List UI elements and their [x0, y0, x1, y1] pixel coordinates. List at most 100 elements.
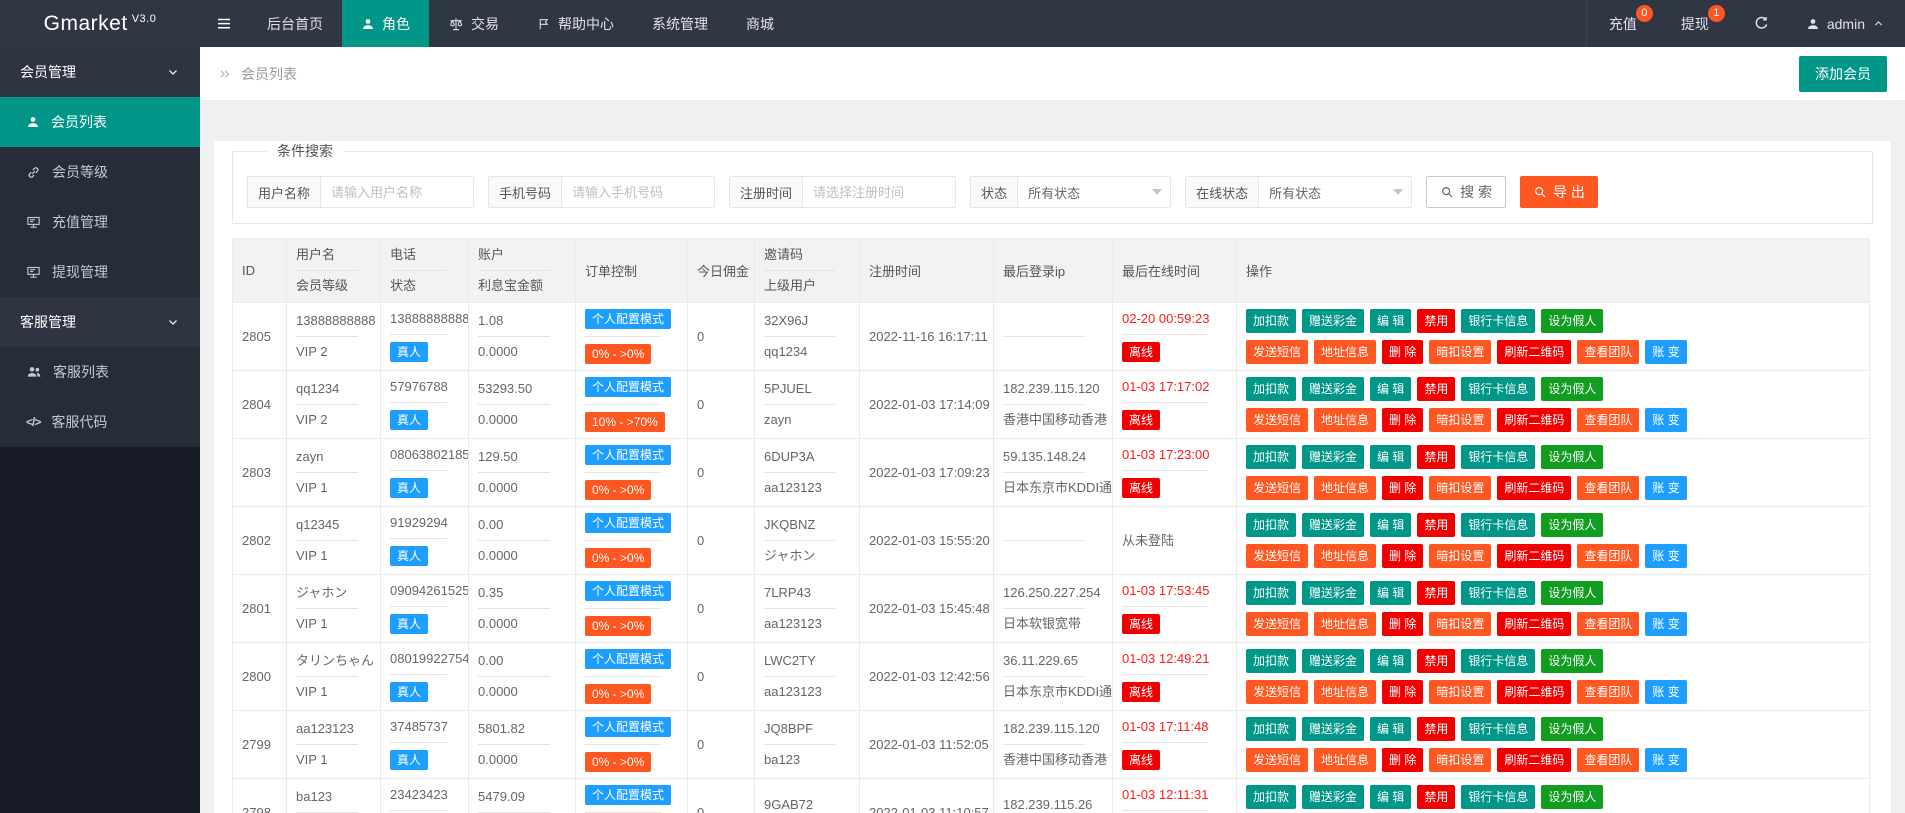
op-button-删除[interactable]: 删 除 — [1382, 612, 1424, 636]
op-button-银行卡信息[interactable]: 银行卡信息 — [1461, 785, 1536, 809]
op-button-账变[interactable]: 账 变 — [1645, 748, 1687, 772]
op-button-账变[interactable]: 账 变 — [1645, 612, 1687, 636]
recharge-nav-item[interactable]: 充值 0 — [1587, 0, 1659, 47]
op-button-赠送彩金[interactable]: 赠送彩金 — [1302, 377, 1365, 401]
op-button-禁用[interactable]: 禁用 — [1417, 785, 1456, 809]
op-button-地址信息[interactable]: 地址信息 — [1314, 340, 1377, 364]
op-button-银行卡信息[interactable]: 银行卡信息 — [1461, 513, 1536, 537]
op-button-查看团队[interactable]: 查看团队 — [1577, 680, 1640, 704]
op-button-发送短信[interactable]: 发送短信 — [1246, 476, 1309, 500]
op-button-删除[interactable]: 删 除 — [1382, 340, 1424, 364]
op-button-加扣款[interactable]: 加扣款 — [1246, 581, 1297, 605]
op-button-加扣款[interactable]: 加扣款 — [1246, 513, 1297, 537]
op-button-禁用[interactable]: 禁用 — [1417, 581, 1456, 605]
op-button-账变[interactable]: 账 变 — [1645, 476, 1687, 500]
op-button-赠送彩金[interactable]: 赠送彩金 — [1302, 513, 1365, 537]
filter-input-3[interactable] — [803, 177, 956, 207]
op-button-编辑[interactable]: 编 辑 — [1370, 649, 1412, 673]
op-button-赠送彩金[interactable]: 赠送彩金 — [1302, 649, 1365, 673]
op-button-银行卡信息[interactable]: 银行卡信息 — [1461, 581, 1536, 605]
op-button-发送短信[interactable]: 发送短信 — [1246, 612, 1309, 636]
op-button-设为假人[interactable]: 设为假人 — [1541, 649, 1604, 673]
op-button-刷新二维码[interactable]: 刷新二维码 — [1497, 476, 1572, 500]
op-button-查看团队[interactable]: 查看团队 — [1577, 476, 1640, 500]
nav-item-4[interactable]: 帮助中心 — [518, 0, 633, 47]
filter-input-2[interactable] — [562, 177, 715, 207]
withdraw-nav-item[interactable]: 提现 1 — [1659, 0, 1731, 47]
op-button-加扣款[interactable]: 加扣款 — [1246, 649, 1297, 673]
sidebar-item-1-1[interactable]: 会员列表 — [0, 97, 200, 147]
op-button-设为假人[interactable]: 设为假人 — [1541, 445, 1604, 469]
op-button-银行卡信息[interactable]: 银行卡信息 — [1461, 717, 1536, 741]
op-button-刷新二维码[interactable]: 刷新二维码 — [1497, 340, 1572, 364]
op-button-赠送彩金[interactable]: 赠送彩金 — [1302, 717, 1365, 741]
export-button[interactable]: 导 出 — [1519, 176, 1598, 208]
op-button-禁用[interactable]: 禁用 — [1417, 513, 1456, 537]
op-button-编辑[interactable]: 编 辑 — [1370, 785, 1412, 809]
op-button-账变[interactable]: 账 变 — [1645, 340, 1687, 364]
op-button-禁用[interactable]: 禁用 — [1417, 309, 1456, 333]
add-member-button[interactable]: 添加会员 — [1799, 55, 1887, 92]
op-button-禁用[interactable]: 禁用 — [1417, 717, 1456, 741]
op-button-设为假人[interactable]: 设为假人 — [1541, 785, 1604, 809]
op-button-赠送彩金[interactable]: 赠送彩金 — [1302, 581, 1365, 605]
op-button-刷新二维码[interactable]: 刷新二维码 — [1497, 612, 1572, 636]
op-button-地址信息[interactable]: 地址信息 — [1314, 612, 1377, 636]
op-button-暗扣设置[interactable]: 暗扣设置 — [1429, 748, 1492, 772]
nav-item-3[interactable]: 交易 — [429, 0, 518, 47]
sidebar-item-1-2[interactable]: 会员等级 — [0, 147, 200, 197]
op-button-银行卡信息[interactable]: 银行卡信息 — [1461, 445, 1536, 469]
op-button-银行卡信息[interactable]: 银行卡信息 — [1461, 309, 1536, 333]
op-button-删除[interactable]: 删 除 — [1382, 748, 1424, 772]
op-button-删除[interactable]: 删 除 — [1382, 680, 1424, 704]
op-button-刷新二维码[interactable]: 刷新二维码 — [1497, 408, 1572, 432]
op-button-刷新二维码[interactable]: 刷新二维码 — [1497, 544, 1572, 568]
op-button-地址信息[interactable]: 地址信息 — [1314, 748, 1377, 772]
op-button-查看团队[interactable]: 查看团队 — [1577, 408, 1640, 432]
op-button-暗扣设置[interactable]: 暗扣设置 — [1429, 340, 1492, 364]
op-button-发送短信[interactable]: 发送短信 — [1246, 340, 1309, 364]
op-button-发送短信[interactable]: 发送短信 — [1246, 408, 1309, 432]
op-button-地址信息[interactable]: 地址信息 — [1314, 544, 1377, 568]
op-button-暗扣设置[interactable]: 暗扣设置 — [1429, 544, 1492, 568]
op-button-设为假人[interactable]: 设为假人 — [1541, 309, 1604, 333]
filter-input-1[interactable] — [321, 177, 474, 207]
filter-select-5[interactable]: 所有状态 — [1259, 177, 1411, 207]
op-button-地址信息[interactable]: 地址信息 — [1314, 680, 1377, 704]
op-button-加扣款[interactable]: 加扣款 — [1246, 717, 1297, 741]
nav-item-5[interactable]: 系统管理 — [633, 0, 727, 47]
op-button-设为假人[interactable]: 设为假人 — [1541, 513, 1604, 537]
op-button-禁用[interactable]: 禁用 — [1417, 649, 1456, 673]
user-menu[interactable]: admin — [1792, 0, 1905, 47]
sidebar-item-1-3[interactable]: 充值管理 — [0, 197, 200, 247]
op-button-设为假人[interactable]: 设为假人 — [1541, 581, 1604, 605]
sidebar-item-2-1[interactable]: 客服列表 — [0, 347, 200, 397]
op-button-地址信息[interactable]: 地址信息 — [1314, 408, 1377, 432]
op-button-禁用[interactable]: 禁用 — [1417, 445, 1456, 469]
op-button-赠送彩金[interactable]: 赠送彩金 — [1302, 309, 1365, 333]
sidebar-collapse-button[interactable] — [200, 0, 248, 47]
nav-item-1[interactable]: 后台首页 — [248, 0, 342, 47]
sidebar-item-2-2[interactable]: </> 客服代码 — [0, 397, 200, 447]
op-button-删除[interactable]: 删 除 — [1382, 408, 1424, 432]
op-button-赠送彩金[interactable]: 赠送彩金 — [1302, 445, 1365, 469]
sidebar-item-1-4[interactable]: 提现管理 — [0, 247, 200, 297]
op-button-暗扣设置[interactable]: 暗扣设置 — [1429, 408, 1492, 432]
op-button-编辑[interactable]: 编 辑 — [1370, 377, 1412, 401]
op-button-银行卡信息[interactable]: 银行卡信息 — [1461, 649, 1536, 673]
op-button-赠送彩金[interactable]: 赠送彩金 — [1302, 785, 1365, 809]
op-button-加扣款[interactable]: 加扣款 — [1246, 445, 1297, 469]
op-button-暗扣设置[interactable]: 暗扣设置 — [1429, 680, 1492, 704]
op-button-账变[interactable]: 账 变 — [1645, 680, 1687, 704]
op-button-编辑[interactable]: 编 辑 — [1370, 717, 1412, 741]
sidebar-group-1[interactable]: 会员管理 — [0, 47, 200, 97]
op-button-删除[interactable]: 删 除 — [1382, 544, 1424, 568]
op-button-刷新二维码[interactable]: 刷新二维码 — [1497, 680, 1572, 704]
op-button-账变[interactable]: 账 变 — [1645, 408, 1687, 432]
op-button-查看团队[interactable]: 查看团队 — [1577, 748, 1640, 772]
nav-item-6[interactable]: 商城 — [727, 0, 793, 47]
op-button-加扣款[interactable]: 加扣款 — [1246, 377, 1297, 401]
op-button-加扣款[interactable]: 加扣款 — [1246, 785, 1297, 809]
op-button-地址信息[interactable]: 地址信息 — [1314, 476, 1377, 500]
op-button-刷新二维码[interactable]: 刷新二维码 — [1497, 748, 1572, 772]
